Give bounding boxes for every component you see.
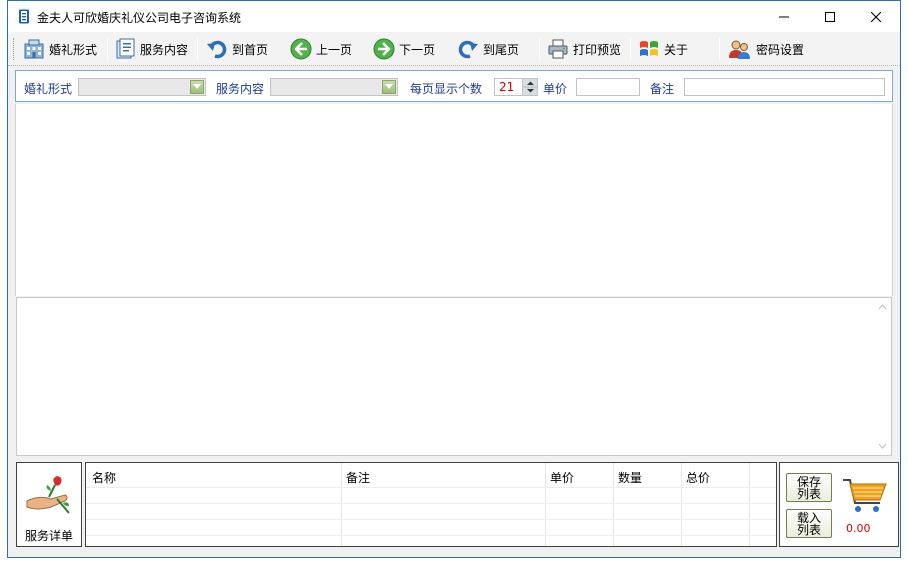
spinner-arrows-icon — [523, 81, 538, 93]
toolbar-separator — [107, 38, 108, 60]
detail-table[interactable]: 名称 备注 单价 数量 总价 — [85, 462, 777, 547]
toolbar-prev-page-button[interactable]: 上一页 — [290, 35, 352, 63]
app-window: 金夫人可欣婚庆礼仪公司电子咨询系统 婚礼形式 服务内容 到首页 上一页 下一页 … — [7, 0, 901, 558]
toolbar-print-preview-label: 打印预览 — [573, 42, 622, 57]
toolbar-last-page-button[interactable]: 到尾页 — [457, 35, 519, 63]
note-input[interactable] — [684, 78, 885, 96]
close-icon — [871, 11, 881, 22]
toolbar-separator — [630, 38, 631, 60]
flower-hand-icon — [26, 476, 70, 514]
toolbar-wedding-style-label: 婚礼形式 — [49, 42, 98, 57]
users-icon — [729, 40, 750, 59]
results-grid[interactable] — [15, 104, 893, 296]
toolbar-print-preview-button[interactable]: 打印预览 — [547, 35, 621, 63]
description-memo[interactable] — [16, 297, 892, 456]
toolbar-service-content-label: 服务内容 — [140, 42, 189, 57]
toolbar-password-settings-button[interactable]: 密码设置 — [728, 35, 804, 63]
per-page-label: 每页显示个数 — [410, 82, 483, 96]
scroll-arrows-icon — [878, 304, 887, 449]
service-detail-label: 服务详单 — [24, 529, 73, 543]
toolbar-last-page-label: 到尾页 — [483, 42, 520, 57]
price-input[interactable] — [576, 78, 640, 96]
close-button[interactable] — [853, 1, 899, 32]
wedding-style-label: 婚礼形式 — [24, 82, 73, 96]
column-header-note[interactable]: 备注 — [346, 469, 370, 486]
column-divider — [749, 463, 750, 546]
column-divider — [341, 463, 342, 546]
service-detail-tile[interactable]: 服务详单 — [16, 462, 82, 547]
cart-panel: 保存 列表 载入 列表 0.00 — [779, 462, 899, 547]
maximize-button[interactable] — [807, 1, 853, 32]
undo-arrow-icon — [207, 40, 227, 59]
service-content-select[interactable] — [270, 78, 398, 96]
toolbar-service-content-button[interactable]: 服务内容 — [114, 35, 188, 63]
per-page-spinner[interactable]: 21 — [494, 78, 538, 96]
toolbar-wedding-style-button[interactable]: 婚礼形式 — [23, 35, 97, 63]
toolbar-about-label: 关于 — [664, 42, 689, 57]
redo-arrow-icon — [458, 40, 478, 59]
toolbar-prev-page-label: 上一页 — [316, 42, 353, 57]
row-divider — [86, 535, 776, 536]
column-divider — [681, 463, 682, 546]
load-list-label: 列表 — [796, 523, 821, 537]
service-detail-panel: 服务详单 名称 备注 单价 数量 总价 保存 列表 载入 列表 0.00 — [15, 462, 899, 547]
column-header-quantity[interactable]: 数量 — [618, 469, 642, 486]
toolbar-first-page-label: 到首页 — [232, 42, 269, 57]
arrow-left-circle-icon — [290, 38, 312, 60]
save-list-label: 列表 — [796, 487, 821, 501]
row-divider — [86, 503, 776, 504]
main-toolbar: 婚礼形式 服务内容 到首页 上一页 下一页 到尾页 打印预览 关于 密码设置 — [8, 32, 900, 66]
per-page-value: 21 — [499, 80, 515, 94]
column-header-total[interactable]: 总价 — [686, 469, 710, 486]
filter-bar: 婚礼形式 服务内容 每页显示个数 21 单价 备注 — [15, 70, 893, 102]
toolbar-separator — [719, 38, 720, 60]
arrow-right-circle-icon — [373, 38, 395, 60]
shopping-cart-icon — [843, 479, 887, 512]
toolbar-about-button[interactable]: 关于 — [638, 35, 688, 63]
save-list-button[interactable]: 保存 列表 — [786, 473, 832, 502]
wedding-style-select[interactable] — [78, 78, 206, 96]
spinner-buttons[interactable] — [522, 79, 538, 95]
toolbar-next-page-button[interactable]: 下一页 — [373, 35, 435, 63]
service-content-label: 服务内容 — [216, 82, 265, 96]
minimize-button[interactable] — [761, 1, 807, 32]
toolbar-grip[interactable] — [13, 38, 16, 60]
minimize-icon — [779, 16, 789, 17]
document-icon — [116, 38, 135, 59]
toolbar-separator — [197, 38, 198, 60]
toolbar-next-page-label: 下一页 — [399, 42, 436, 57]
cart-total: 0.00 — [846, 522, 871, 535]
title-bar[interactable]: 金夫人可欣婚庆礼仪公司电子咨询系统 — [8, 1, 900, 32]
column-header-name[interactable]: 名称 — [92, 469, 116, 486]
note-label: 备注 — [650, 82, 675, 96]
column-divider — [545, 463, 546, 546]
toolbar-first-page-button[interactable]: 到首页 — [206, 35, 268, 63]
windows-logo-icon — [640, 41, 658, 56]
maximize-icon — [825, 11, 835, 22]
printer-icon — [548, 39, 568, 59]
chevron-down-icon[interactable] — [190, 80, 204, 94]
memo-scrollbar[interactable] — [874, 298, 891, 455]
row-divider — [86, 519, 776, 520]
window-title: 金夫人可欣婚庆礼仪公司电子咨询系统 — [37, 11, 242, 25]
chevron-down-icon[interactable] — [382, 80, 396, 94]
column-header-price[interactable]: 单价 — [550, 469, 574, 486]
building-icon — [24, 39, 44, 59]
column-divider — [613, 463, 614, 546]
toolbar-password-settings-label: 密码设置 — [756, 42, 805, 57]
price-label: 单价 — [543, 82, 568, 96]
load-list-button[interactable]: 载入 列表 — [786, 509, 832, 538]
app-book-icon — [18, 9, 31, 24]
toolbar-separator — [539, 38, 540, 60]
row-divider — [86, 487, 776, 488]
